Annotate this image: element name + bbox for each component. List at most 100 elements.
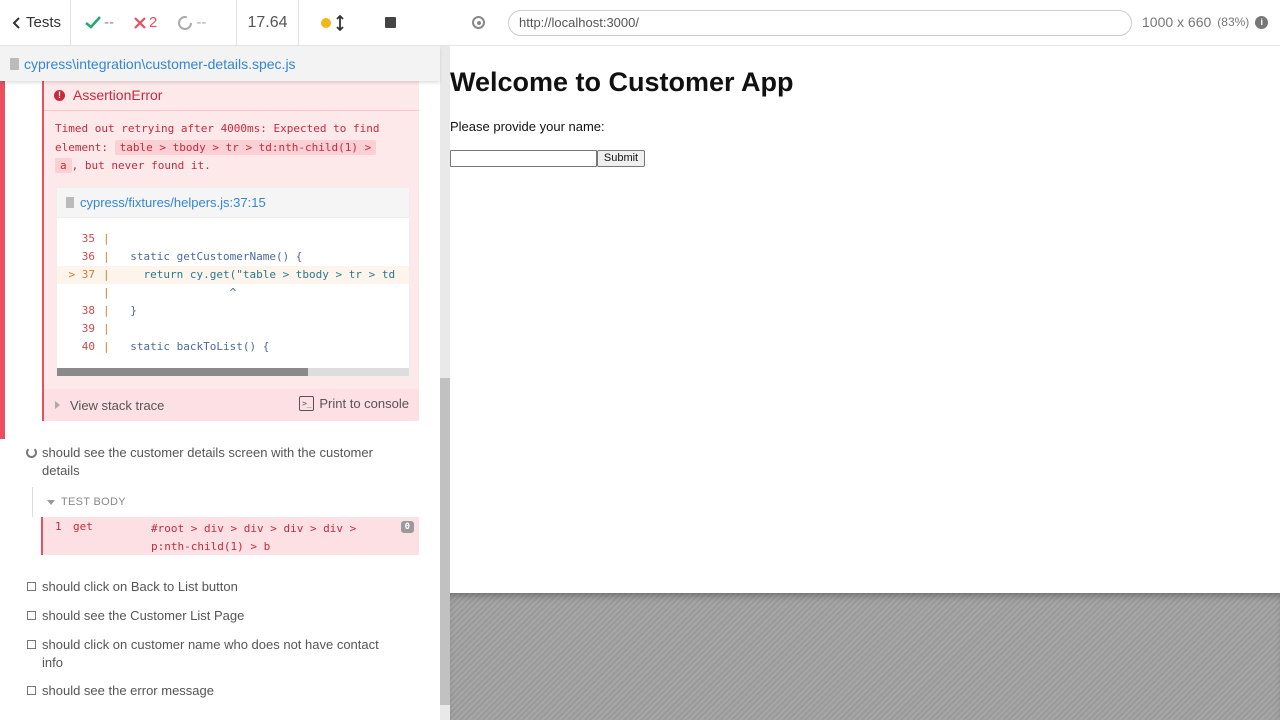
code-text: ^ [117, 286, 237, 299]
chevron-left-icon [12, 16, 20, 29]
code-gutter: | [103, 322, 110, 335]
code-line-number: 40 [81, 340, 95, 353]
command-count-badge: 0 [400, 521, 414, 533]
spec-path-link[interactable]: cypress\integration\customer-details.spe… [24, 56, 296, 72]
code-frame-file-link[interactable]: cypress/fixtures/helpers.js:37:15 [80, 195, 266, 210]
check-icon [85, 16, 101, 29]
name-input[interactable] [450, 150, 597, 167]
code-gutter: | [103, 268, 110, 281]
pending-test-title: should see the error message [42, 683, 214, 698]
duration: 17.64 [237, 0, 299, 46]
view-stack-trace-toggle[interactable]: View stack trace [70, 398, 164, 413]
viewport-size: 1000 x 660 [1142, 14, 1212, 30]
failed-test-stripe [0, 81, 5, 439]
autoscroll-toggle-icon[interactable] [335, 14, 345, 31]
code-line-number: > 37 [68, 268, 96, 281]
error-message-text: , but never found it. [71, 159, 211, 172]
aut-backdrop [450, 593, 1280, 720]
code-horizontal-scrollbar[interactable] [57, 368, 409, 376]
caret-right-icon [55, 401, 60, 409]
pending-test-title: should see the Customer List Page [42, 608, 245, 623]
reporter-panel: Tests -- 2 -- 17.64 cypress\integration\… [0, 0, 450, 720]
code-line: 35 | [57, 230, 409, 248]
error-selector-code: table > tbody > tr > td:nth-child(1) > [114, 139, 377, 155]
code-line: | ^ [57, 284, 409, 302]
file-icon [10, 57, 19, 70]
error-message-text: element: [55, 140, 108, 154]
code-frame: cypress/fixtures/helpers.js:37:15 35 | 36 |… [56, 187, 410, 377]
stop-button[interactable] [385, 17, 396, 28]
code-gutter: | [103, 340, 110, 353]
tests-label: Tests [26, 14, 62, 31]
error-name: AssertionError [73, 87, 163, 103]
runner-controls [299, 0, 450, 46]
failed-count: 2 [149, 14, 158, 31]
pending-test-icon [27, 611, 36, 620]
test-stats: -- 2 -- [71, 0, 237, 46]
running-indicator-icon [321, 17, 331, 28]
pending-test-icon [27, 640, 36, 649]
code-line-number: 36 [81, 250, 95, 263]
code-line: 39 | [57, 320, 409, 338]
test-body-header[interactable]: TEST BODY [32, 487, 418, 517]
pending-test-icon [27, 686, 36, 695]
code-line: 36 | static getCustomerName() { [57, 248, 409, 266]
reporter-scrollbar-thumb[interactable] [440, 378, 450, 705]
code-scrollbar-thumb[interactable] [57, 368, 308, 376]
pending-test-icon [27, 582, 36, 591]
error-footer: View stack trace >_ Print to console [44, 389, 419, 421]
viewport-info[interactable]: 1000 x 660 (83%) i [1142, 14, 1269, 30]
pending-test-title: should click on customer name who does n… [42, 637, 379, 670]
code-line-number: 35 [81, 232, 95, 245]
tests-back-button[interactable]: Tests [0, 0, 71, 46]
file-icon [66, 197, 74, 208]
name-prompt: Please provide your name: [450, 119, 605, 134]
command-number: 1 [55, 520, 62, 533]
aut-header: http://localhost:3000/ 1000 x 660 (83%) … [450, 0, 1280, 46]
passed-stat: -- [85, 14, 114, 31]
divider [44, 110, 419, 111]
crosshair-center [477, 20, 481, 25]
error-panel: ! AssertionError Timed out retrying afte… [42, 81, 419, 421]
failed-stat: 2 [134, 14, 157, 31]
code-lines: 35 | 36 | static getCustomerName() { > 37 | r… [57, 230, 409, 356]
print-to-console-label: Print to console [319, 396, 409, 411]
print-to-console-button[interactable]: >_ Print to console [299, 396, 409, 411]
code-gutter: | [103, 304, 110, 317]
error-icon: ! [54, 89, 65, 101]
code-line: 40 | static backToList() { [57, 338, 409, 356]
code-text: return cy.get("table > tbody > tr > td [117, 268, 396, 281]
running-test-title: should see the customer details screen w… [42, 445, 373, 478]
code-text: static backToList() { [117, 340, 270, 353]
running-spinner-icon [26, 447, 37, 458]
test-body-label: TEST BODY [61, 496, 126, 508]
pending-test-title: should click on Back to List button [42, 579, 238, 594]
code-line-number: 39 [81, 322, 95, 335]
command-row[interactable]: 1 get #root > div > div > div > div > p:… [41, 517, 419, 555]
submit-button[interactable]: Submit [597, 150, 645, 167]
spec-file-bar: cypress\integration\customer-details.spe… [0, 46, 440, 81]
command-name: get [73, 520, 93, 533]
error-message: Timed out retrying after 4000ms: Expecte… [55, 120, 411, 176]
passed-count: -- [104, 14, 114, 31]
code-gutter: | [103, 232, 110, 245]
app-title: Welcome to Customer App [450, 67, 794, 97]
code-line: > 37 | return cy.get("table > tbody > tr … [57, 266, 409, 284]
pending-stat: -- [177, 14, 206, 31]
code-text: } [117, 304, 137, 317]
viewport-scale: (83%) [1217, 15, 1250, 29]
code-frame-header: cypress/fixtures/helpers.js:37:15 [57, 188, 409, 218]
code-text: static getCustomerName() { [117, 250, 303, 263]
code-line-number: 38 [81, 304, 95, 317]
app-frame: Welcome to Customer App Please provide y… [450, 47, 1280, 593]
selector-playground-button[interactable] [470, 14, 488, 32]
command-selector: #root > div > div > div > div > p:nth-ch… [151, 522, 357, 553]
code-line: 38 | } [57, 302, 409, 320]
reporter-header: Tests -- 2 -- 17.64 [0, 0, 450, 46]
error-message-text: Timed out retrying after 4000ms: Expecte… [55, 122, 380, 135]
url-bar[interactable]: http://localhost:3000/ [508, 10, 1132, 36]
code-gutter: | [103, 250, 110, 263]
x-icon [134, 16, 146, 29]
info-icon: i [1255, 15, 1269, 29]
code-gutter: | [103, 286, 110, 299]
